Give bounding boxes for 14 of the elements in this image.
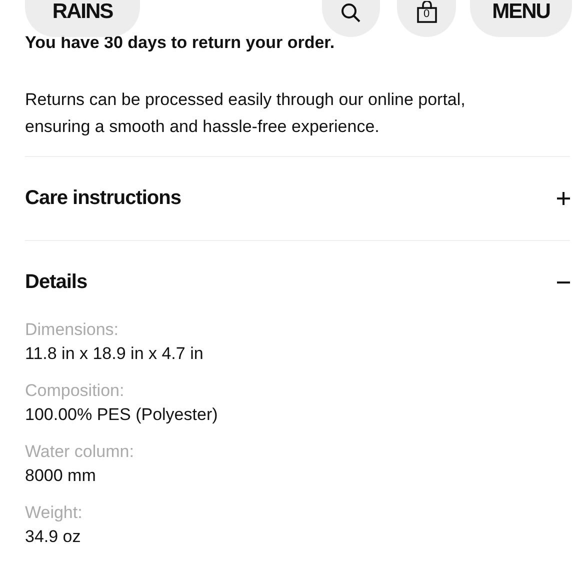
logo-button[interactable]: RAINS bbox=[25, 0, 140, 37]
detail-value: 11.8 in x 18.9 in x 4.7 in bbox=[25, 343, 204, 365]
detail-value: 34.9 oz bbox=[25, 526, 82, 548]
cart-count: 0 bbox=[422, 7, 431, 21]
detail-value: 8000 mm bbox=[25, 465, 97, 487]
menu-button[interactable]: MENU bbox=[470, 0, 572, 37]
cart-button[interactable]: 0 bbox=[397, 0, 456, 37]
detail-label: Composition: bbox=[25, 380, 126, 402]
returns-text: Returns can be processed easily through our online portal, ensuring a smooth and hassle-free experience. bbox=[25, 89, 466, 138]
detail-label: Water column: bbox=[25, 441, 135, 463]
detail-value: 100.00% PES (Polyester) bbox=[25, 404, 219, 426]
search-icon bbox=[341, 3, 361, 23]
detail-label: Weight: bbox=[25, 502, 84, 524]
accordion-header[interactable]: Care instructions bbox=[25, 157, 570, 240]
